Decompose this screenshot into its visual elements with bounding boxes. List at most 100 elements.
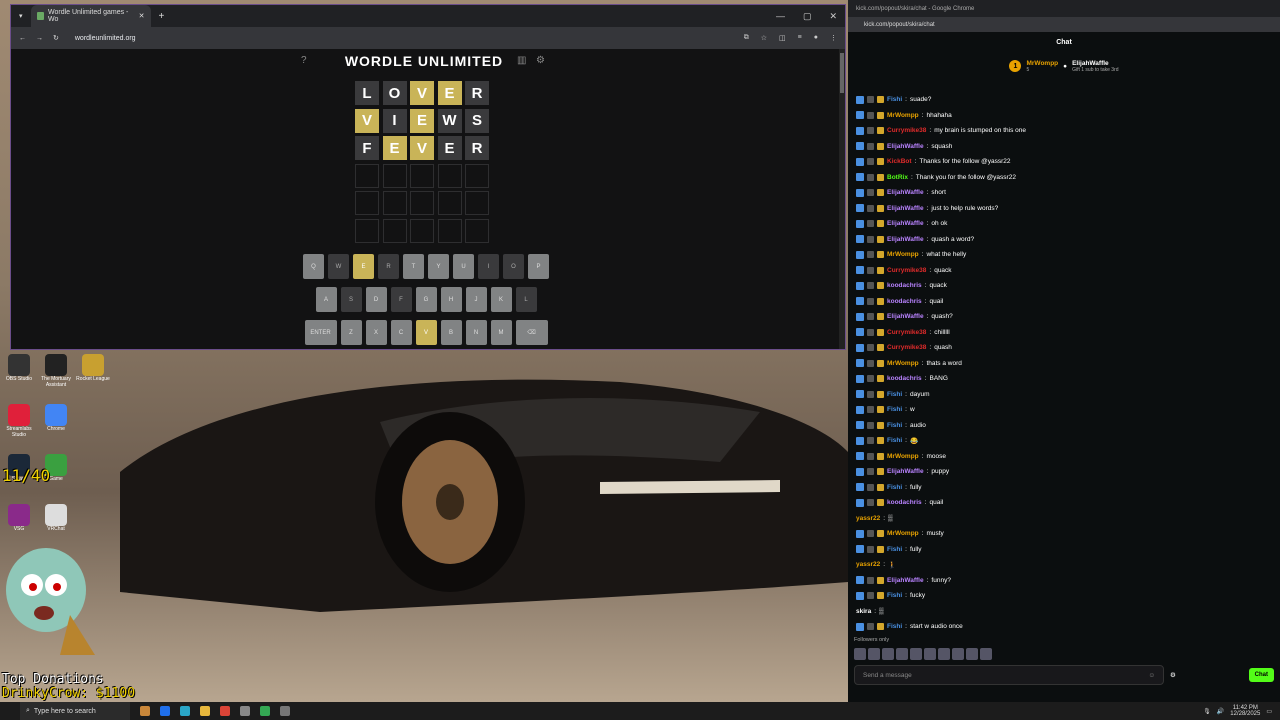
key-i[interactable]: I [478, 254, 499, 279]
app-icon[interactable] [240, 706, 250, 716]
chat-username[interactable]: yassr22 [856, 561, 880, 568]
notifications-icon[interactable]: ▭ [1266, 708, 1272, 715]
key-j[interactable]: J [465, 287, 487, 312]
chat-username[interactable]: Currymike38 [887, 329, 926, 336]
chat-username[interactable]: ElijahWaffle [887, 220, 924, 227]
desktop-shortcut[interactable]: Rocket League [76, 354, 110, 382]
key-k[interactable]: K [490, 287, 512, 312]
chat-username[interactable]: koodachris [887, 499, 922, 506]
forward-icon[interactable]: → [36, 35, 43, 42]
emote-icon[interactable] [910, 648, 922, 660]
key-x[interactable]: X [365, 320, 387, 345]
chat-username[interactable]: MrWompp [887, 251, 919, 258]
key-t[interactable]: T [403, 254, 424, 279]
key-p[interactable]: P [528, 254, 549, 279]
desktop-shortcut[interactable]: OBS Studio [2, 354, 36, 382]
backspace-key[interactable]: ⌫ [515, 320, 548, 345]
key-f[interactable]: F [390, 287, 412, 312]
key-v[interactable]: V [415, 320, 437, 345]
tab-search-icon[interactable]: ▾ [11, 12, 31, 20]
taskbar-search[interactable]: ⌕ Type here to search [20, 702, 130, 720]
file-explorer-icon[interactable] [200, 706, 210, 716]
key-y[interactable]: Y [428, 254, 449, 279]
chat-username[interactable]: Fishi [887, 484, 902, 491]
settings-gear-icon[interactable]: ⚙ [536, 55, 545, 66]
chat-username[interactable]: Fishi [887, 391, 902, 398]
chat-username[interactable]: Fishi [887, 437, 902, 444]
key-a[interactable]: A [315, 287, 337, 312]
chat-username[interactable]: ElijahWaffle [887, 205, 924, 212]
help-icon[interactable]: ? [301, 55, 307, 66]
emote-icon[interactable] [924, 648, 936, 660]
pinned-target[interactable]: ElijahWaffle [1072, 60, 1118, 67]
key-h[interactable]: H [440, 287, 462, 312]
chat-username[interactable]: MrWompp [887, 360, 919, 367]
key-r[interactable]: R [378, 254, 399, 279]
chat-username[interactable]: MrWompp [887, 453, 919, 460]
key-q[interactable]: Q [303, 254, 324, 279]
chat-username[interactable]: koodachris [887, 375, 922, 382]
chat-message-input[interactable]: Send a message ☺ [854, 665, 1164, 685]
chat-username[interactable]: Fishi [887, 406, 902, 413]
plugin-icon[interactable] [280, 706, 290, 716]
install-icon[interactable]: ⧉ [744, 34, 749, 42]
chat-username[interactable]: Currymike38 [887, 344, 926, 351]
enter-key[interactable]: ENTER [304, 320, 337, 345]
key-l[interactable]: L [515, 287, 537, 312]
chat-username[interactable]: yassr22 [856, 515, 880, 522]
emote-icon[interactable] [896, 648, 908, 660]
desktop-shortcut[interactable]: The Mortuary Assistant [39, 354, 73, 388]
key-z[interactable]: Z [340, 320, 362, 345]
chrome-active-icon[interactable] [260, 706, 270, 716]
key-d[interactable]: D [365, 287, 387, 312]
desktop-shortcut[interactable]: VSG [2, 504, 36, 532]
key-b[interactable]: B [440, 320, 462, 345]
chat-username[interactable]: koodachris [887, 282, 922, 289]
chat-username[interactable]: koodachris [887, 298, 922, 305]
page-scrollbar[interactable] [839, 49, 845, 349]
key-g[interactable]: G [415, 287, 437, 312]
emote-icon[interactable] [952, 648, 964, 660]
browser-tab[interactable]: Wordle Unlimited games - Wo ✕ [30, 5, 151, 27]
chat-username[interactable]: ElijahWaffle [887, 236, 924, 243]
volume-icon[interactable]: 🔊 [1217, 708, 1224, 715]
chat-username[interactable]: Fishi [887, 592, 902, 599]
media-icon[interactable]: ≡ [798, 34, 802, 42]
browser-icon[interactable] [160, 706, 170, 716]
task-view-icon[interactable] [140, 706, 150, 716]
chat-username[interactable]: Currymike38 [887, 267, 926, 274]
chat-url[interactable]: kick.com/popout/skira/chat [864, 22, 935, 28]
emote-icon[interactable] [854, 648, 866, 660]
emoji-picker-icon[interactable]: ☺ [1148, 672, 1155, 679]
key-e[interactable]: E [353, 254, 374, 279]
clock-date[interactable]: 12/28/2025 [1230, 711, 1260, 717]
desktop-shortcut[interactable]: VRChat [39, 504, 73, 532]
chat-username[interactable]: Fishi [887, 623, 902, 630]
key-c[interactable]: C [390, 320, 412, 345]
chat-username[interactable]: MrWompp [887, 112, 919, 119]
chat-username[interactable]: MrWompp [887, 530, 919, 537]
emote-icon[interactable] [938, 648, 950, 660]
chat-username[interactable]: KickBot [887, 158, 912, 165]
maximize-icon[interactable]: ▢ [803, 11, 812, 22]
stats-icon[interactable]: ▥ [517, 55, 526, 66]
chat-username[interactable]: skira [856, 608, 871, 615]
chat-username[interactable]: ElijahWaffle [887, 189, 924, 196]
send-chat-button[interactable]: Chat [1248, 668, 1274, 682]
chat-username[interactable]: ElijahWaffle [887, 143, 924, 150]
chat-settings-icon[interactable]: ⚙ [1170, 671, 1176, 679]
chrome-icon[interactable] [220, 706, 230, 716]
chat-username[interactable]: BotRix [887, 174, 908, 181]
key-m[interactable]: M [490, 320, 512, 345]
desktop-shortcut[interactable]: Streamlabs Studio [2, 404, 36, 438]
chat-username[interactable]: Fishi [887, 546, 902, 553]
reload-icon[interactable]: ↻ [53, 34, 59, 42]
key-s[interactable]: S [340, 287, 362, 312]
emote-icon[interactable] [868, 648, 880, 660]
edge-icon[interactable] [180, 706, 190, 716]
pinned-user[interactable]: MrWompp [1026, 60, 1058, 67]
chat-username[interactable]: ElijahWaffle [887, 577, 924, 584]
key-o[interactable]: O [503, 254, 524, 279]
back-icon[interactable]: ← [19, 35, 26, 42]
key-w[interactable]: W [328, 254, 349, 279]
